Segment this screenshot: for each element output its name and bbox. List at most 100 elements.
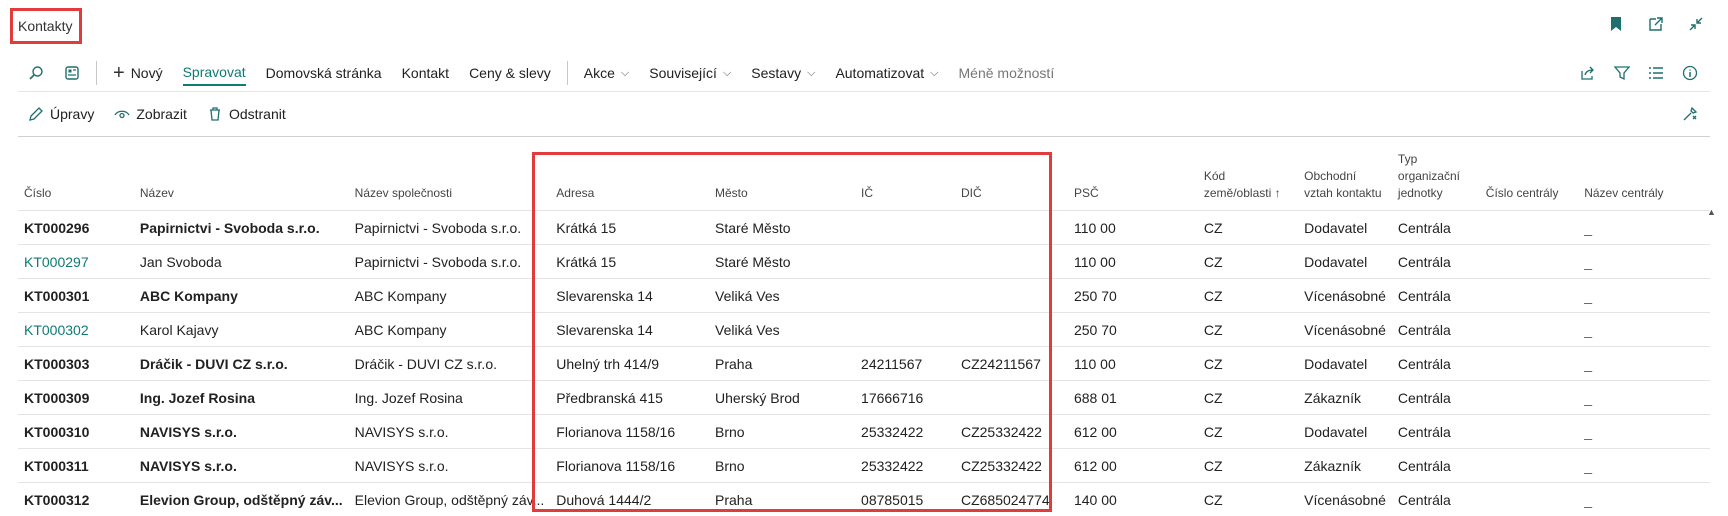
table-cell-vztah: Vícenásobné xyxy=(1298,483,1392,516)
table-cell-nazev: Ing. Jozef Rosina xyxy=(134,381,349,415)
new-button-label: Nový xyxy=(131,65,163,81)
table-cell-nazev: Karol Kajavy xyxy=(134,313,349,347)
edit-button[interactable]: Úpravy xyxy=(18,92,104,136)
fewer-options-button[interactable]: Méně možností xyxy=(949,55,1065,91)
table-cell-nazev_c[interactable]: _ xyxy=(1578,347,1710,381)
table-cell-spolecnost: Dráčik - DUVI CZ s.r.o. xyxy=(349,347,551,381)
tab-ceny-slevy[interactable]: Ceny & slevy xyxy=(459,55,561,91)
table-cell-kod: CZ xyxy=(1198,449,1298,483)
open-new-window-icon[interactable] xyxy=(1646,14,1666,34)
analysis-mode-button[interactable] xyxy=(54,55,90,91)
table-row[interactable]: KT000296Papirnictvi - Svoboda s.r.o.Papi… xyxy=(18,211,1710,245)
table-cell-ic xyxy=(855,211,955,245)
table-cell-cislo[interactable]: KT000297 xyxy=(18,245,134,279)
table-cell-psc: 250 70 xyxy=(1068,313,1198,347)
table-cell-cislo[interactable]: KT000310 xyxy=(18,415,134,449)
table-cell-mesto: Staré Město xyxy=(709,245,855,279)
table-row[interactable]: KT000301ABC KompanyABC KompanySlevarensk… xyxy=(18,279,1710,313)
share-icon[interactable] xyxy=(1578,63,1598,83)
table-row[interactable]: KT000302Karol KajavyABC KompanySlevarens… xyxy=(18,313,1710,347)
table-cell-cislo[interactable]: KT000311 xyxy=(18,449,134,483)
fewer-options-label: Méně možností xyxy=(959,65,1055,81)
table-cell-adresa: Předbranská 415 xyxy=(550,381,709,415)
chevron-down-icon: ⌵ xyxy=(930,67,938,80)
menu-sestavy[interactable]: Sestavy⌵ xyxy=(741,55,825,91)
menu-souvisejici[interactable]: Související⌵ xyxy=(639,55,741,91)
tab-spravovat[interactable]: Spravovat xyxy=(173,55,256,91)
table-cell-nazev_c[interactable]: _ xyxy=(1578,245,1710,279)
table-cell-ic: 17666716 xyxy=(855,381,955,415)
table-cell-cislo[interactable]: KT000301 xyxy=(18,279,134,313)
view-button[interactable]: Zobrazit xyxy=(104,92,197,136)
new-button[interactable]: + Nový xyxy=(103,55,173,91)
tab-kontakt[interactable]: Kontakt xyxy=(392,55,459,91)
column-header-nazev-centraly[interactable]: Název centrály xyxy=(1578,140,1710,211)
table-cell-cislo_c xyxy=(1480,245,1578,279)
table-row[interactable]: KT000312Elevion Group, odštěpný záv...El… xyxy=(18,483,1710,516)
column-header-obchodni-vztah[interactable]: Obchodní vztah kontaktu xyxy=(1298,140,1392,211)
edit-label: Úpravy xyxy=(50,106,94,122)
table-cell-nazev_c[interactable]: _ xyxy=(1578,279,1710,313)
menu-akce[interactable]: Akce⌵ xyxy=(574,55,639,91)
chevron-down-icon: ⌵ xyxy=(807,67,815,80)
menu-automatizovat[interactable]: Automatizovat⌵ xyxy=(825,55,948,91)
column-header-typ-jednotky[interactable]: Typ organizační jednotky xyxy=(1392,140,1480,211)
table-cell-cislo[interactable]: KT000309 xyxy=(18,381,134,415)
column-header-cislo-centraly[interactable]: Číslo centrály xyxy=(1480,140,1578,211)
table-cell-spolecnost: NAVISYS s.r.o. xyxy=(349,449,551,483)
scroll-up-arrow-icon[interactable]: ▲ xyxy=(1707,207,1716,217)
table-cell-dic: CZ25332422 xyxy=(955,415,1068,449)
column-header-ic[interactable]: IČ xyxy=(855,140,955,211)
column-header-nazev-spolecnosti[interactable]: Název společnosti xyxy=(349,140,551,211)
table-header: Číslo Název Název společnosti Adresa Měs… xyxy=(18,140,1710,211)
column-header-mesto[interactable]: Město xyxy=(709,140,855,211)
table-cell-typ: Centrála xyxy=(1392,449,1480,483)
table-cell-cislo[interactable]: KT000296 xyxy=(18,211,134,245)
tab-domovska-stranka[interactable]: Domovská stránka xyxy=(256,55,392,91)
info-icon[interactable] xyxy=(1680,63,1700,83)
table-cell-nazev: NAVISYS s.r.o. xyxy=(134,449,349,483)
filter-icon[interactable] xyxy=(1612,63,1632,83)
table-cell-adresa: Florianova 1158/16 xyxy=(550,449,709,483)
table-cell-mesto: Uherský Brod xyxy=(709,381,855,415)
table-cell-cislo[interactable]: KT000302 xyxy=(18,313,134,347)
column-header-psc[interactable]: PSČ xyxy=(1068,140,1198,211)
table-cell-kod: CZ xyxy=(1198,211,1298,245)
table-row[interactable]: KT000297Jan SvobodaPapirnictvi - Svoboda… xyxy=(18,245,1710,279)
list-view-icon[interactable] xyxy=(1646,63,1666,83)
table-cell-cislo[interactable]: KT000312 xyxy=(18,483,134,516)
table-cell-vztah: Dodavatel xyxy=(1298,245,1392,279)
table-cell-nazev_c[interactable]: _ xyxy=(1578,449,1710,483)
table-cell-nazev_c[interactable]: _ xyxy=(1578,415,1710,449)
table-cell-nazev_c[interactable]: _ xyxy=(1578,211,1710,245)
table-cell-mesto: Praha xyxy=(709,347,855,381)
table-row[interactable]: KT000311NAVISYS s.r.o.NAVISYS s.r.o.Flor… xyxy=(18,449,1710,483)
table-cell-typ: Centrála xyxy=(1392,245,1480,279)
table-cell-nazev: Jan Svoboda xyxy=(134,245,349,279)
column-header-nazev[interactable]: Název xyxy=(134,140,349,211)
table-row[interactable]: KT000310NAVISYS s.r.o.NAVISYS s.r.o.Flor… xyxy=(18,415,1710,449)
table-row[interactable]: KT000309Ing. Jozef RosinaIng. Jozef Rosi… xyxy=(18,381,1710,415)
bookmark-icon[interactable] xyxy=(1606,14,1626,34)
table-cell-spolecnost: ABC Kompany xyxy=(349,279,551,313)
table-cell-spolecnost: NAVISYS s.r.o. xyxy=(349,415,551,449)
column-header-kod-zeme[interactable]: Kód země/oblasti ↑ xyxy=(1198,140,1298,211)
table-cell-cislo_c xyxy=(1480,279,1578,313)
collapse-icon[interactable] xyxy=(1686,14,1706,34)
column-header-adresa[interactable]: Adresa xyxy=(550,140,709,211)
table-cell-cislo_c xyxy=(1480,381,1578,415)
search-button[interactable] xyxy=(18,55,54,91)
page-title: Kontakty xyxy=(10,8,82,44)
column-header-dic[interactable]: DIČ xyxy=(955,140,1068,211)
table-cell-typ: Centrála xyxy=(1392,211,1480,245)
table-cell-nazev_c[interactable]: _ xyxy=(1578,381,1710,415)
personalize-icon[interactable] xyxy=(1680,104,1700,124)
table-cell-cislo[interactable]: KT000303 xyxy=(18,347,134,381)
table-row[interactable]: KT000303Dráčik - DUVI CZ s.r.o.Dráčik - … xyxy=(18,347,1710,381)
column-header-cislo[interactable]: Číslo xyxy=(18,140,134,211)
table-cell-nazev_c[interactable]: _ xyxy=(1578,313,1710,347)
delete-button[interactable]: Odstranit xyxy=(197,92,296,136)
table-cell-typ: Centrála xyxy=(1392,313,1480,347)
table-cell-nazev_c[interactable]: _ xyxy=(1578,483,1710,516)
contacts-table: Číslo Název Název společnosti Adresa Měs… xyxy=(18,140,1710,516)
